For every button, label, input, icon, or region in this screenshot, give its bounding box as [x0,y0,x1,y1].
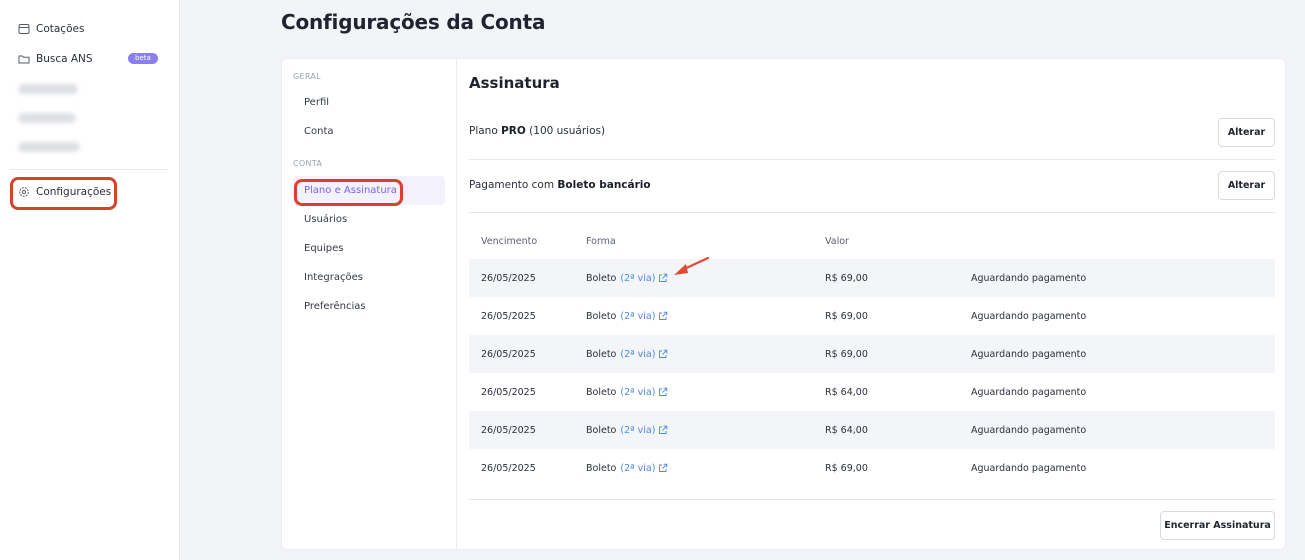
table-row: 26/05/2025 Boleto (2ª via) R$ 69,00 Aguardan… [469,259,1275,297]
nav-link-preferencias[interactable]: Preferências [304,301,366,312]
plan-suffix: (100 usuários) [529,125,606,137]
external-link-icon[interactable] [658,387,668,397]
column-header-forma: Forma [586,236,616,247]
app-sidebar: Cotações Busca ANS beta Configurações [0,0,180,560]
blurred-sidebar-item[interactable] [18,113,76,123]
highlight-annotation [10,177,117,210]
nav-link-integracoes[interactable]: Integrações [304,272,363,283]
second-copy-link[interactable]: (2ª via) [620,273,655,284]
highlight-annotation [294,179,403,206]
divider [469,159,1275,160]
external-link-icon[interactable] [658,463,668,473]
cell-payment-method: Boleto (2ª via) [586,411,668,449]
annotation-arrow-icon [674,256,710,275]
second-copy-link[interactable]: (2ª via) [620,311,655,322]
blurred-sidebar-item[interactable] [18,142,80,152]
cell-payment-method: Boleto (2ª via) [586,335,668,373]
cell-due-date: 26/05/2025 [481,386,536,398]
nav-section-geral: GERAL [293,72,321,81]
cell-value: R$ 64,00 [825,424,868,436]
cell-due-date: 26/05/2025 [481,272,536,284]
method-text: Boleto [586,386,617,398]
plan-prefix: Plano [469,125,498,137]
nav-section-conta: CONTA [293,159,323,168]
method-text: Boleto [586,272,617,284]
cell-value: R$ 69,00 [825,310,868,322]
cell-status: Aguardando pagamento [971,310,1087,322]
column-header-vencimento: Vencimento [481,236,538,247]
cell-value: R$ 69,00 [825,272,868,284]
nav-link-usuarios[interactable]: Usuários [304,214,347,225]
beta-badge: beta [128,53,158,64]
payment-info: Pagamento com Boleto bancário [469,179,651,191]
plan-info: Plano PRO (100 usuários) [469,125,605,137]
change-payment-button[interactable]: Alterar [1218,171,1275,200]
cell-payment-method: Boleto (2ª via) [586,259,668,297]
cell-due-date: 26/05/2025 [481,462,536,474]
divider [469,212,1275,213]
divider [469,499,1275,500]
plan-name: PRO [501,125,526,137]
table-row: 26/05/2025 Boleto (2ª via) R$ 69,00 Aguardan… [469,297,1275,335]
table-row: 26/05/2025 Boleto (2ª via) R$ 69,00 Aguardan… [469,335,1275,373]
cell-status: Aguardando pagamento [971,462,1087,474]
method-text: Boleto [586,348,617,360]
folder-icon [18,53,30,65]
cell-payment-method: Boleto (2ª via) [586,449,668,487]
second-copy-link[interactable]: (2ª via) [620,387,655,398]
sidebar-item-label: Busca ANS [36,53,93,65]
change-plan-button[interactable]: Alterar [1218,118,1275,147]
subscription-panel: Assinatura Plano PRO (100 usuários) Alte… [469,59,1275,549]
sidebar-divider [10,169,168,170]
cancel-subscription-button[interactable]: Encerrar Assinatura [1160,511,1275,540]
table-row: 26/05/2025 Boleto (2ª via) R$ 64,00 Aguardan… [469,373,1275,411]
external-link-icon[interactable] [658,425,668,435]
external-link-icon[interactable] [658,273,668,283]
sidebar-item-label: Cotações [36,23,85,35]
sidebar-item-cotacoes[interactable]: Cotações [18,18,84,40]
second-copy-link[interactable]: (2ª via) [620,425,655,436]
cell-status: Aguardando pagamento [971,272,1087,284]
method-text: Boleto [586,310,617,322]
external-link-icon[interactable] [658,311,668,321]
method-text: Boleto [586,462,617,474]
nav-link-equipes[interactable]: Equipes [304,243,344,254]
cell-value: R$ 69,00 [825,348,868,360]
method-text: Boleto [586,424,617,436]
payment-prefix: Pagamento com [469,179,555,191]
cell-status: Aguardando pagamento [971,386,1087,398]
payment-method: Boleto bancário [557,179,651,191]
cell-due-date: 26/05/2025 [481,348,536,360]
cell-payment-method: Boleto (2ª via) [586,297,668,335]
cell-value: R$ 69,00 [825,462,868,474]
column-header-valor: Valor [825,236,849,247]
window-icon [18,23,30,35]
page-title: Configurações da Conta [281,10,546,34]
second-copy-link[interactable]: (2ª via) [620,349,655,360]
external-link-icon[interactable] [658,349,668,359]
settings-nav: GERAL Perfil Conta CONTA Plano e Assinat… [282,59,457,549]
cell-due-date: 26/05/2025 [481,310,536,322]
section-title: Assinatura [469,74,560,92]
second-copy-link[interactable]: (2ª via) [620,463,655,474]
cell-status: Aguardando pagamento [971,348,1087,360]
settings-card: GERAL Perfil Conta CONTA Plano e Assinat… [281,58,1286,550]
nav-link-perfil[interactable]: Perfil [304,97,329,108]
cell-due-date: 26/05/2025 [481,424,536,436]
table-row: 26/05/2025 Boleto (2ª via) R$ 64,00 Aguardan… [469,411,1275,449]
cell-status: Aguardando pagamento [971,424,1087,436]
blurred-sidebar-item[interactable] [18,84,78,94]
sidebar-item-busca-ans[interactable]: Busca ANS [18,48,93,70]
cell-value: R$ 64,00 [825,386,868,398]
nav-link-conta[interactable]: Conta [304,126,334,137]
table-row: 26/05/2025 Boleto (2ª via) R$ 69,00 Aguardan… [469,449,1275,487]
cell-payment-method: Boleto (2ª via) [586,373,668,411]
